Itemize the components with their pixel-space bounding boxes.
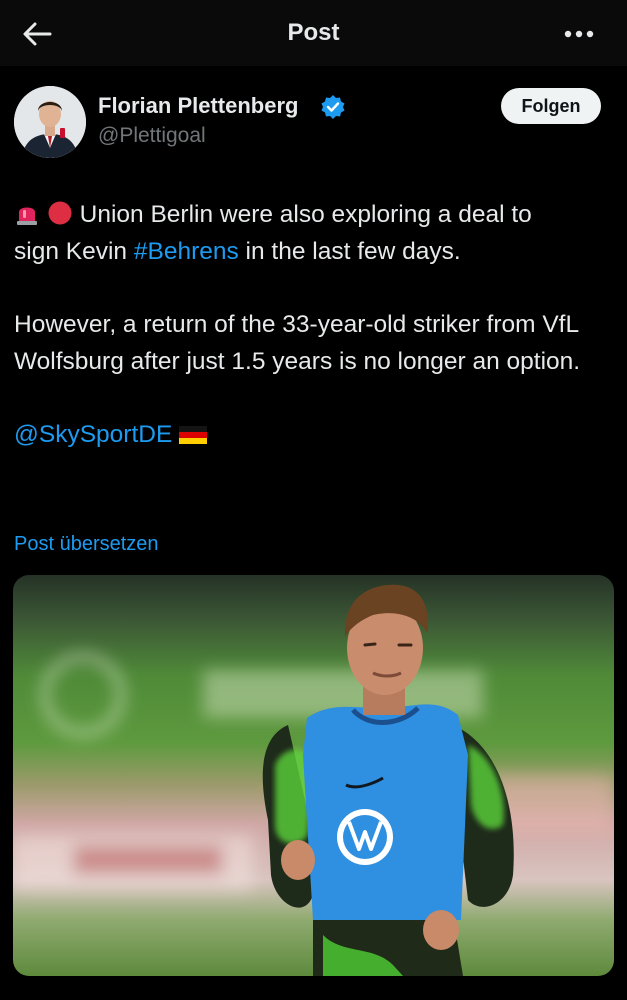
page-title: Post <box>287 19 340 46</box>
mention-link[interactable]: @SkySportDE <box>14 421 172 448</box>
tweet-text: Union Berlin were also exploring a deal … <box>14 196 614 453</box>
tweet-line-2-suffix: in the last few days. <box>238 238 461 265</box>
author-handle[interactable]: @Plettigoal <box>98 124 206 148</box>
tweet-line-1: Union Berlin were also exploring a deal … <box>14 196 614 233</box>
tweet-line-1-text: Union Berlin were also exploring a deal … <box>79 201 532 228</box>
verified-badge-icon <box>321 95 345 119</box>
tweet-paragraph-2: However, a return of the 33-year-old str… <box>14 311 581 375</box>
translate-post-link[interactable]: Post übersetzen <box>14 533 159 556</box>
germany-flag-emoji-icon <box>179 426 208 444</box>
red-circle-emoji-icon <box>48 201 72 225</box>
more-options-icon[interactable] <box>560 18 600 50</box>
avatar[interactable] <box>14 86 86 158</box>
top-bar: Post <box>0 0 627 66</box>
siren-emoji-icon <box>17 207 37 225</box>
follow-button[interactable]: Folgen <box>501 88 601 124</box>
hashtag-link[interactable]: #Behrens <box>134 238 239 265</box>
tweet-line-2: sign Kevin #Behrens in the last few days… <box>14 233 614 270</box>
post-image[interactable] <box>13 575 614 976</box>
tweet-line-2-prefix: sign Kevin <box>14 238 134 265</box>
tweet-mention-line: @SkySportDE <box>14 416 614 453</box>
author-name[interactable]: Florian Plettenberg <box>98 93 298 119</box>
